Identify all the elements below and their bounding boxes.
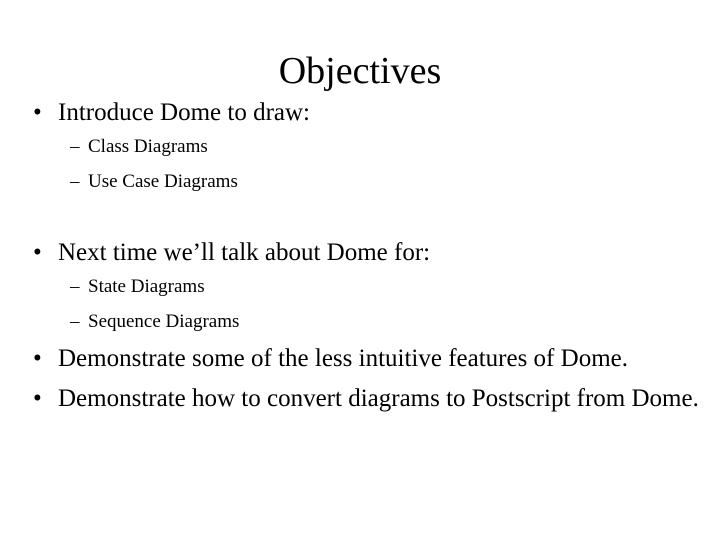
bullet-text: Introduce Dome to draw: (58, 99, 311, 126)
page-title: Objectives (278, 50, 442, 93)
bullet-item: • Introduce Dome to draw: (0, 96, 720, 129)
sub-bullet-text: Sequence Diagrams (88, 311, 240, 332)
sub-bullet-text: Use Case Diagrams (88, 171, 238, 192)
bullet-item: • Demonstrate how to convert diagrams to… (0, 379, 720, 419)
bullet-marker-icon: • (33, 385, 42, 412)
dash-marker-icon: – (70, 276, 80, 297)
dash-marker-icon: – (70, 311, 80, 332)
bullet-text: Demonstrate some of the less intuitive f… (58, 345, 628, 372)
sub-bullet-text: State Diagrams (88, 276, 205, 297)
sub-bullet-item: – State Diagrams (0, 269, 720, 304)
dash-marker-icon: – (70, 136, 80, 157)
sub-bullet-text: Class Diagrams (88, 136, 208, 157)
bullet-text: Demonstrate how to convert diagrams to P… (58, 385, 699, 412)
bullet-marker-icon: • (33, 345, 42, 372)
sub-bullet-item: – Sequence Diagrams (0, 304, 720, 339)
presentation-slide: Objectives • Introduce Dome to draw: – C… (0, 0, 720, 540)
slide-body: • Introduce Dome to draw: – Class Diagra… (0, 96, 720, 419)
sub-bullet-item: – Use Case Diagrams (0, 164, 720, 199)
sub-bullet-group-1: – Class Diagrams – Use Case Diagrams (0, 129, 720, 199)
bullet-marker-icon: • (33, 239, 42, 266)
bullet-text: Next time we’ll talk about Dome for: (58, 239, 431, 266)
closing-bullet-group: • Demonstrate some of the less intuitive… (0, 339, 720, 419)
sub-bullet-item: – Class Diagrams (0, 129, 720, 164)
dash-marker-icon: – (70, 171, 80, 192)
sub-bullet-group-2: – State Diagrams – Sequence Diagrams (0, 269, 720, 339)
bullet-group-2: • Next time we’ll talk about Dome for: (0, 236, 720, 269)
bullet-group-1: • Introduce Dome to draw: (0, 96, 720, 129)
bullet-marker-icon: • (33, 99, 42, 126)
bullet-item: • Demonstrate some of the less intuitive… (0, 339, 720, 379)
bullet-item: • Next time we’ll talk about Dome for: (0, 236, 720, 269)
